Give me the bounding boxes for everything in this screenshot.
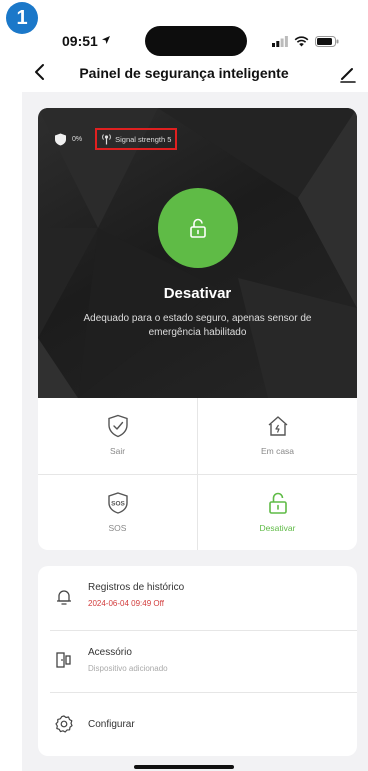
bell-icon	[57, 590, 71, 605]
gear-icon	[55, 715, 73, 733]
nav-bar: Painel de segurança inteligente	[0, 60, 368, 88]
unlock-icon	[268, 492, 287, 514]
door-sensor-icon	[56, 652, 71, 668]
unlock-icon	[190, 218, 206, 238]
sos-icon: SOS	[107, 492, 128, 514]
history-item[interactable]: Registros de histórico 2024-06-04 09:49 …	[38, 566, 357, 629]
accessory-title: Acessório	[88, 647, 132, 658]
mode-home-button[interactable]: Em casa	[198, 398, 357, 474]
antenna-icon	[102, 134, 111, 145]
status-bar: 09:51	[0, 26, 368, 56]
history-subtitle: 2024-06-04 09:49 Off	[88, 599, 164, 608]
device-status-row: 0% Signal strength 5	[54, 128, 178, 150]
shield-check-icon	[107, 414, 128, 438]
mode-label: SOS	[108, 523, 127, 533]
current-mode-description: Adequado para o estado seguro, apenas se…	[83, 313, 312, 338]
signal-strength-indicator: Signal strength 5	[95, 128, 178, 150]
status-icons	[272, 36, 339, 47]
shield-battery-icon	[55, 133, 66, 145]
current-mode-title: Desativar	[163, 285, 232, 302]
mode-label: Desativar	[259, 523, 296, 533]
history-title: Registros de histórico	[88, 582, 185, 593]
mode-away-button[interactable]: Sair	[38, 398, 197, 474]
arm-state-button[interactable]	[158, 188, 238, 268]
dynamic-island	[145, 26, 247, 56]
accessory-subtitle: Dispositivo adicionado	[88, 664, 168, 673]
mode-grid: Sair Em casa SOS SOS Desativar	[38, 398, 357, 550]
battery-percent: 0%	[72, 135, 83, 143]
mode-sos-button[interactable]: SOS SOS	[38, 475, 197, 550]
signal-strength-label: Signal strength 5	[115, 134, 172, 144]
grid-divider	[38, 474, 357, 475]
battery-icon	[315, 36, 339, 47]
wifi-icon	[294, 36, 309, 47]
page-title: Painel de segurança inteligente	[79, 65, 289, 81]
home-indicator[interactable]	[134, 765, 234, 769]
mode-label: Em casa	[260, 446, 295, 456]
mode-label: Sair	[109, 446, 126, 456]
home-icon	[268, 416, 287, 436]
accessory-item[interactable]: Acessório Dispositivo adicionado	[38, 631, 357, 691]
settings-menu: Registros de histórico 2024-06-04 09:49 …	[38, 566, 357, 756]
security-status-panel: 0% Signal strength 5 Desativar Adequado …	[38, 108, 357, 398]
status-time: 09:51	[62, 33, 98, 49]
settings-item[interactable]: Configurar	[38, 693, 357, 756]
location-arrow-icon	[102, 36, 110, 44]
svg-text:SOS: SOS	[111, 501, 125, 508]
settings-title: Configurar	[88, 719, 135, 730]
pencil-icon[interactable]	[338, 64, 358, 84]
mode-disarm-button[interactable]: Desativar	[198, 475, 357, 550]
cellular-signal-icon	[272, 36, 288, 47]
